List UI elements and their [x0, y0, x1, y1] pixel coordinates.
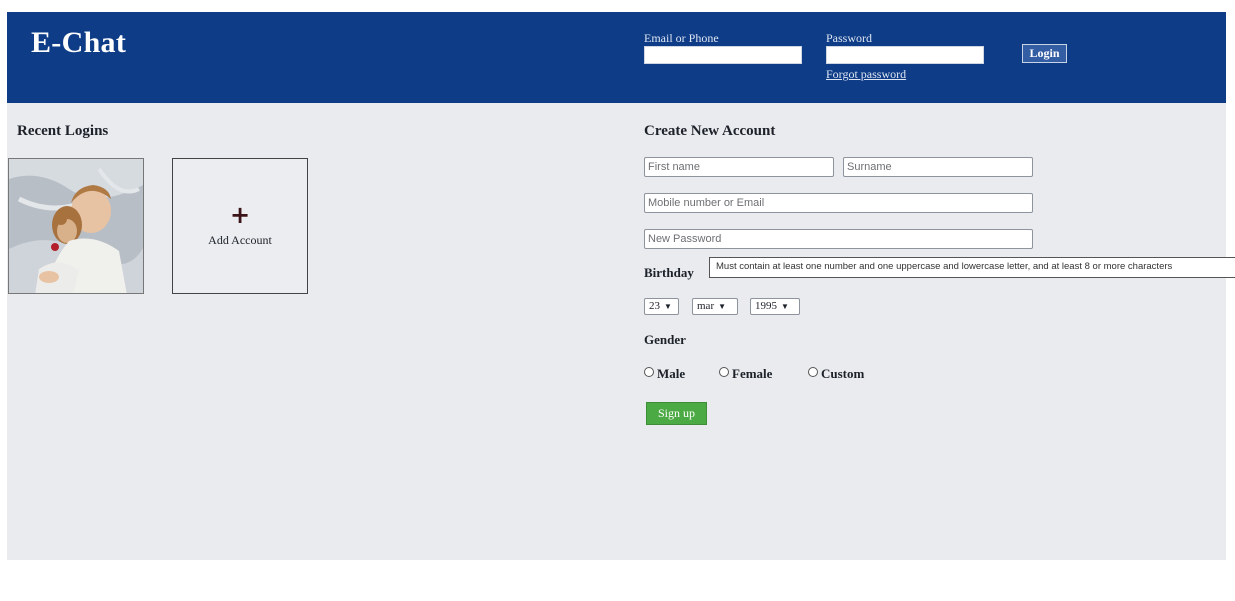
email-label: Email or Phone	[644, 31, 719, 45]
gender-female-radio[interactable]: Female	[719, 366, 772, 382]
birthday-month-value: mar	[697, 300, 715, 312]
gender-label: Gender	[644, 332, 686, 347]
add-account-label: Add Account	[208, 233, 272, 247]
birthday-day-value: 23	[649, 300, 660, 312]
profile-photo-image	[9, 159, 143, 293]
dropdown-arrow-icon: ▼	[718, 302, 727, 311]
forgot-password-link[interactable]: Forgot password	[826, 67, 906, 82]
birthday-label: Birthday	[644, 265, 694, 280]
radio-circle-icon	[808, 367, 818, 377]
birthday-year-value: 1995	[755, 300, 777, 312]
password-input[interactable]	[826, 46, 984, 64]
password-requirements-tooltip: Must contain at least one number and one…	[709, 257, 1235, 278]
radio-circle-icon	[719, 367, 729, 377]
create-account-title: Create New Account	[644, 123, 776, 139]
surname-input[interactable]	[843, 157, 1033, 177]
recent-logins-title: Recent Logins	[17, 123, 109, 139]
radio-circle-icon	[644, 367, 654, 377]
brand-logo-text: E-Chat	[31, 26, 127, 59]
gender-custom-label: Custom	[821, 366, 865, 381]
gender-custom-radio[interactable]: Custom	[808, 366, 864, 382]
first-name-input[interactable]	[644, 157, 834, 177]
sign-up-button[interactable]: Sign up	[646, 402, 707, 425]
gender-male-label: Male	[657, 366, 686, 381]
plus-icon: +	[229, 201, 251, 229]
dropdown-arrow-icon: ▼	[664, 302, 672, 311]
login-button[interactable]: Login	[1022, 44, 1067, 63]
gender-male-radio[interactable]: Male	[644, 366, 685, 382]
dropdown-arrow-icon: ▼	[781, 302, 789, 311]
birthday-month-select[interactable]: mar ▼	[692, 298, 738, 315]
recent-login-photo[interactable]	[8, 158, 144, 294]
gender-female-label: Female	[732, 366, 773, 381]
add-account-card[interactable]: + Add Account	[172, 158, 308, 294]
new-password-input[interactable]	[644, 229, 1033, 249]
password-label: Password	[826, 31, 873, 45]
email-input[interactable]	[644, 46, 802, 64]
mobile-or-email-input[interactable]	[644, 193, 1033, 213]
birthday-year-select[interactable]: 1995 ▼	[750, 298, 800, 315]
birthday-day-select[interactable]: 23 ▼	[644, 298, 679, 315]
